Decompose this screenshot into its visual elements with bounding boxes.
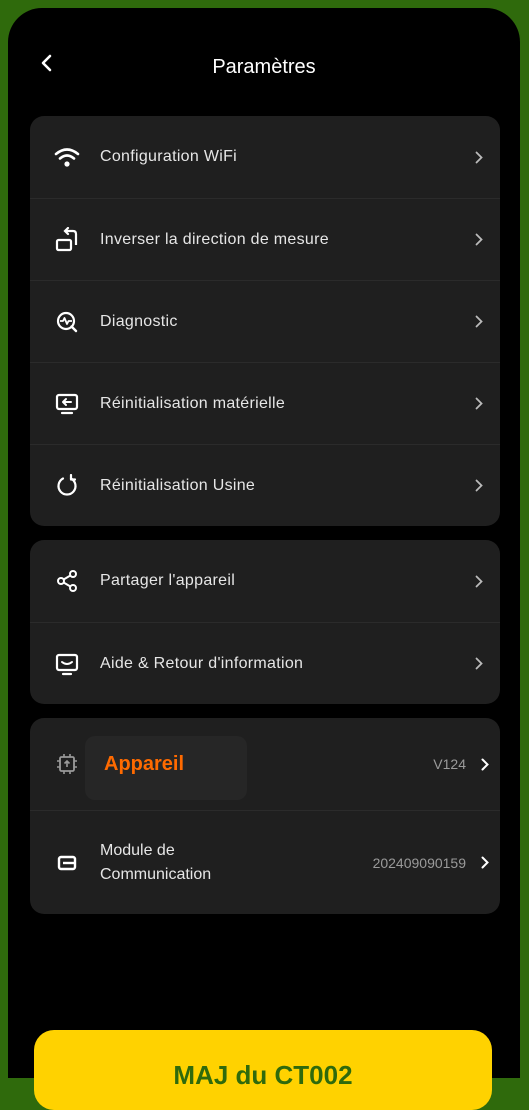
- chevron-right-icon: [472, 233, 486, 247]
- chevron-right-icon: [478, 856, 492, 870]
- feedback-icon: [52, 649, 82, 679]
- chevron-right-icon: [478, 757, 492, 771]
- refresh-icon: [52, 471, 82, 501]
- item-label: Diagnostic: [100, 312, 178, 330]
- item-label: Inverser la direction de mesure: [100, 230, 329, 248]
- chevron-right-icon: [472, 657, 486, 671]
- item-label: Aide & Retour d'information: [100, 654, 304, 672]
- page-title: Paramètres: [212, 56, 316, 78]
- device-label: Appareil: [104, 752, 185, 775]
- chevron-right-icon: [472, 150, 486, 164]
- factory-reset-item[interactable]: Réinitialisation Usine: [30, 444, 500, 526]
- item-label: Réinitialisation Usine: [100, 476, 256, 494]
- diagnostic-item[interactable]: Diagnostic: [30, 280, 500, 362]
- hardware-reset-icon: [52, 389, 82, 419]
- item-label: Configuration WiFi: [100, 148, 238, 165]
- rotate-device-icon: [52, 225, 82, 255]
- communication-module-item[interactable]: Module de Communication 202409090159: [30, 810, 500, 914]
- wifi-config-item[interactable]: Configuration WiFi: [30, 116, 500, 198]
- device-info-group: Appareil V124 Module de Communication 20…: [30, 718, 500, 914]
- module-label: Module de Communication: [100, 839, 211, 887]
- header: Paramètres: [8, 8, 520, 118]
- module-version: 202409090159: [372, 854, 466, 871]
- settings-group-2: Partager l'appareil Aide & Retour d'info…: [30, 540, 500, 704]
- diagnostic-icon: [52, 307, 82, 337]
- share-device-item[interactable]: Partager l'appareil: [30, 540, 500, 622]
- hardware-reset-item[interactable]: Réinitialisation matérielle: [30, 362, 500, 444]
- help-feedback-item[interactable]: Aide & Retour d'information: [30, 622, 500, 704]
- module-icon: [52, 848, 82, 878]
- item-label: Partager l'appareil: [100, 572, 236, 589]
- invert-direction-item[interactable]: Inverser la direction de mesure: [30, 198, 500, 280]
- chevron-right-icon: [472, 397, 486, 411]
- chevron-right-icon: [472, 479, 486, 493]
- chevron-right-icon: [472, 315, 486, 329]
- item-label: Réinitialisation matérielle: [100, 394, 286, 412]
- device-version-item[interactable]: Appareil V124: [30, 718, 500, 810]
- settings-group-1: Configuration WiFi Inverser la direction…: [30, 116, 500, 526]
- update-button[interactable]: MAJ du CT002: [34, 1030, 492, 1110]
- module-label-line2: Communication: [100, 865, 212, 883]
- share-icon: [52, 566, 82, 596]
- firmware-version: V124: [433, 756, 466, 772]
- update-button-label: MAJ du CT002: [173, 1060, 353, 1090]
- chevron-right-icon: [472, 574, 486, 588]
- wifi-icon: [52, 142, 82, 172]
- chip-icon: [52, 749, 82, 779]
- module-label-line1: Module de: [100, 841, 175, 859]
- phone-screen: Paramètres Configuration WiFi Inverser l…: [8, 8, 520, 1078]
